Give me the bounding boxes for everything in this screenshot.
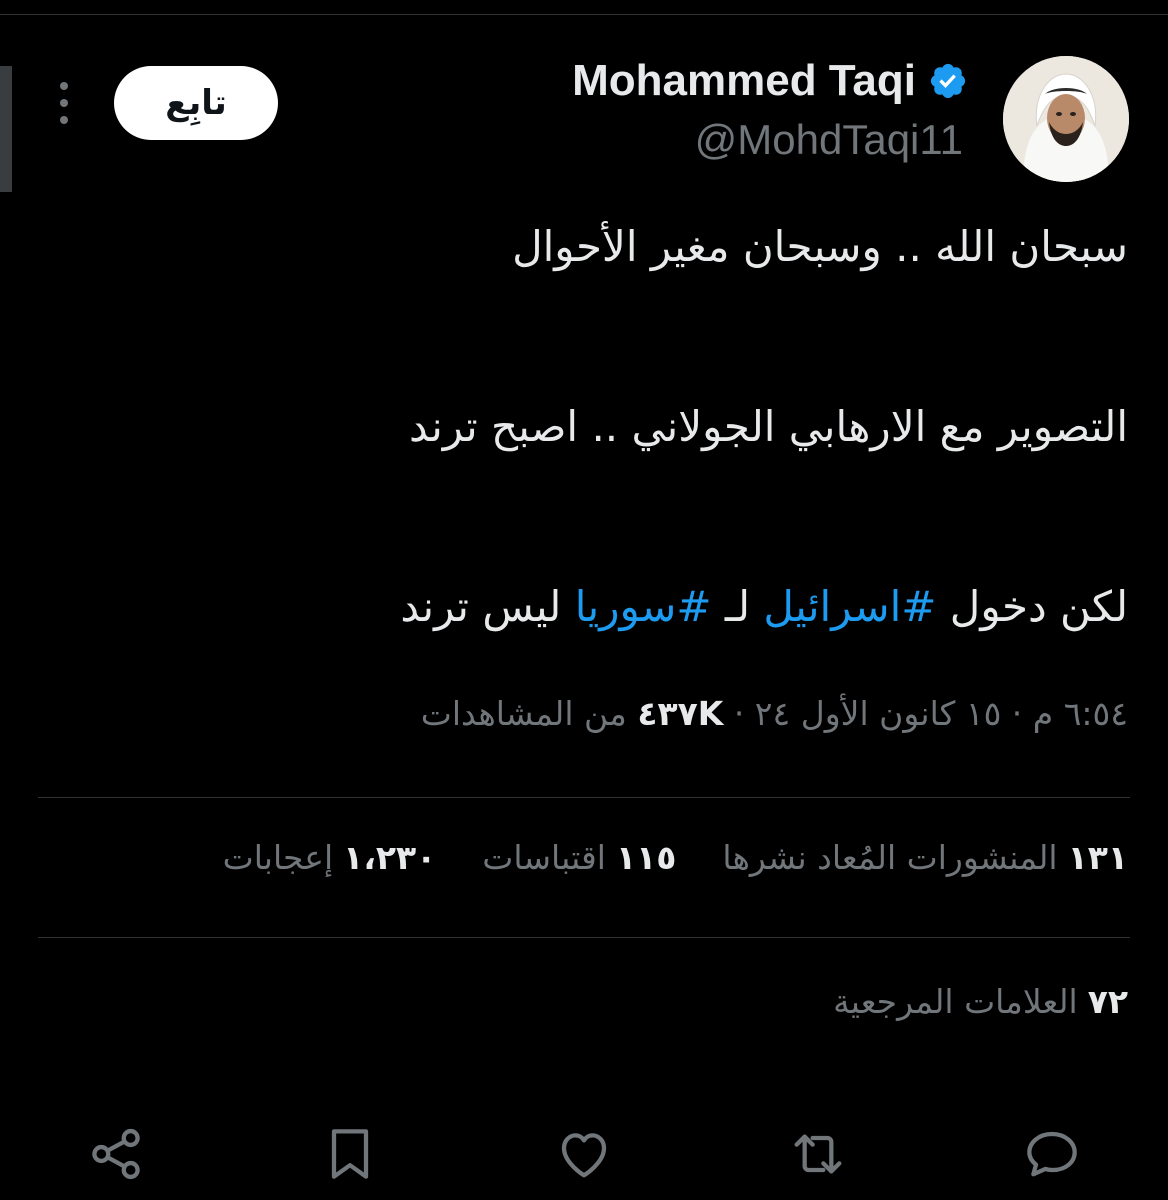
tweet-text-line-3: لكن دخول #اسرائيل لـ #سوريا ليس ترند	[400, 582, 1128, 631]
likes-stat[interactable]: ١،٢٣٠إعجابات	[223, 838, 437, 877]
reposts-stat[interactable]: ١٣١المنشورات المُعاد نشرها	[722, 838, 1128, 877]
quotes-stat[interactable]: ١١٥اقتباسات	[482, 838, 676, 877]
author-name-row[interactable]: Mohammed Taqi	[572, 56, 968, 106]
likes-count: ١،٢٣٠	[343, 838, 437, 877]
bookmarks-label: العلامات المرجعية	[833, 982, 1078, 1021]
repost-icon[interactable]	[786, 1122, 850, 1186]
reposts-label: المنشورات المُعاد نشرها	[722, 838, 1058, 877]
divider	[38, 797, 1130, 798]
bookmarks-count: ٧٢	[1087, 982, 1128, 1021]
more-vertical-icon[interactable]	[52, 82, 76, 126]
tweet-meta: ٦:٥٤ م · ١٥ كانون الأول ٢٤ · ٤٣٧K من الم…	[421, 694, 1128, 733]
hashtag-link-syria[interactable]: #سوريا	[575, 582, 712, 631]
heart-icon[interactable]	[552, 1122, 616, 1186]
author-avatar[interactable]	[1003, 56, 1129, 182]
tweet-text-segment: لـ	[711, 582, 764, 631]
hashtag-link-israel[interactable]: #اسرائيل	[763, 582, 936, 631]
verified-badge-icon	[930, 63, 966, 99]
tweet-text-segment: ليس ترند	[400, 582, 575, 631]
follow-button[interactable]: تابِع	[114, 66, 278, 140]
tweet-text-line-2: التصوير مع الارهابي الجولاني .. اصبح ترن…	[409, 402, 1128, 451]
views-label: من المشاهدات	[420, 694, 627, 733]
engagement-stats: ١٣١المنشورات المُعاد نشرها ١١٥اقتباسات ١…	[223, 838, 1128, 877]
divider	[38, 937, 1130, 938]
avatar-image	[1003, 56, 1129, 182]
tweet-text-segment: لكن دخول	[936, 582, 1128, 631]
author-name[interactable]: Mohammed Taqi	[572, 56, 916, 106]
scroll-indicator[interactable]	[0, 66, 12, 192]
reposts-count: ١٣١	[1067, 838, 1128, 877]
reply-icon[interactable]	[1020, 1122, 1084, 1186]
bookmark-icon[interactable]	[318, 1122, 382, 1186]
quotes-count: ١١٥	[615, 838, 677, 877]
author-handle[interactable]: @MohdTaqi11	[695, 116, 963, 164]
tweet-timestamp[interactable]: ٦:٥٤ م · ١٥ كانون الأول ٢٤ ·	[734, 694, 1128, 733]
share-icon[interactable]	[84, 1122, 148, 1186]
views-count: ٤٣٧K	[637, 694, 724, 733]
tweet-text-line-1: سبحان الله .. وسبحان مغير الأحوال	[512, 222, 1128, 271]
quotes-label: اقتباسات	[482, 838, 606, 877]
likes-label: إعجابات	[222, 838, 334, 877]
bookmarks-stat[interactable]: ٧٢العلامات المرجعية	[833, 982, 1128, 1021]
top-divider	[0, 14, 1168, 15]
